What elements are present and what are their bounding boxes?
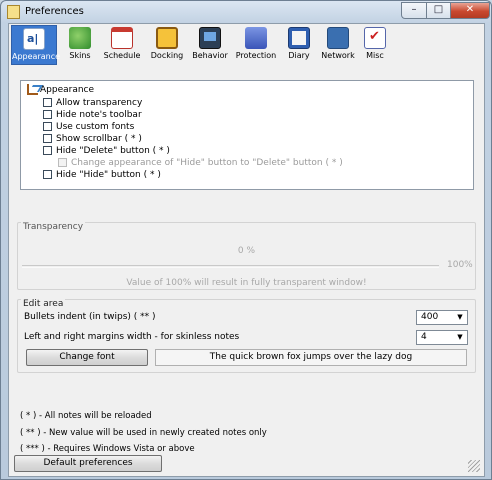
dropdown-arrow-icon: ▼ (457, 313, 463, 321)
edit-area-caption: Edit area (21, 299, 66, 309)
close-button[interactable]: ✕ (450, 2, 490, 19)
tab-label: Network (321, 51, 355, 60)
transparency-slider[interactable] (22, 265, 439, 268)
tab-network[interactable]: Network (318, 25, 358, 65)
tab-protection[interactable]: Protection (233, 25, 279, 65)
tab-label: Docking (150, 51, 184, 60)
behavior-icon (199, 27, 221, 49)
skins-icon (69, 27, 91, 49)
change-font-button[interactable]: Change font (26, 349, 148, 366)
option-label: Allow transparency (56, 98, 143, 108)
preferences-window: Preferences – □ ✕ Appearance Skins Sched… (0, 0, 492, 480)
schedule-icon (111, 27, 133, 49)
option-label: Show scrollbar ( * ) (56, 134, 142, 144)
tab-appearance[interactable]: Appearance (11, 25, 61, 65)
font-preview: The quick brown fox jumps over the lazy … (155, 349, 467, 366)
default-preferences-button[interactable]: Default preferences (14, 455, 162, 472)
tab-label: Appearance (12, 52, 61, 61)
misc-icon (364, 27, 386, 49)
checkbox[interactable] (43, 170, 52, 179)
notes-app-icon (7, 5, 20, 19)
tab-label: Diary (288, 51, 310, 60)
resize-grip-icon[interactable] (468, 460, 480, 472)
checkbox[interactable] (43, 146, 52, 155)
window-title: Preferences (25, 6, 84, 17)
tab-skins[interactable]: Skins (62, 25, 98, 65)
network-icon (327, 27, 349, 49)
title-bar: Preferences – □ ✕ (1, 1, 491, 23)
dropdown-arrow-icon: ▼ (457, 333, 463, 341)
legend-three-stars: ( *** ) - Requires Windows Vista or abov… (20, 444, 195, 454)
tab-diary[interactable]: Diary (282, 25, 316, 65)
margins-width-select[interactable]: 4 ▼ (416, 330, 468, 345)
transparency-group: Transparency 0 % 100% Value of 100% will… (17, 222, 476, 290)
transparency-note: Value of 100% will result in fully trans… (126, 278, 367, 288)
legend-two-stars: ( ** ) - New value will be used in newly… (20, 428, 267, 438)
tab-misc[interactable]: Misc (361, 25, 389, 65)
docking-icon (156, 27, 178, 49)
tab-label: Behavior (192, 51, 228, 60)
appearance-icon (23, 28, 45, 50)
tab-schedule[interactable]: Schedule (101, 25, 143, 65)
checkbox[interactable] (43, 110, 52, 119)
checkbox[interactable] (43, 98, 52, 107)
bullets-indent-label: Bullets indent (in twips) ( ** ) (24, 312, 156, 322)
tab-label: Skins (69, 51, 91, 60)
maximize-button[interactable]: □ (426, 2, 451, 19)
protection-icon (245, 27, 267, 49)
legend-one-star: ( * ) - All notes will be reloaded (20, 411, 152, 421)
transparency-caption: Transparency (21, 222, 86, 232)
transparency-max-label: 100% (447, 260, 473, 270)
diary-icon (288, 27, 310, 49)
option-label: Use custom fonts (56, 122, 135, 132)
transparency-value: 0 % (237, 246, 256, 256)
select-value: 400 (421, 312, 439, 322)
tab-docking[interactable]: Docking (147, 25, 187, 65)
tab-behavior[interactable]: Behavior (189, 25, 231, 65)
bullets-indent-select[interactable]: 400 ▼ (416, 310, 468, 325)
tab-label: Protection (235, 51, 277, 60)
appearance-options-tree[interactable]: Appearance Allow transparency Hide note'… (20, 80, 474, 190)
option-label: Hide "Hide" button ( * ) (56, 170, 161, 180)
category-toolbar: Appearance Skins Schedule Docking Behavi… (9, 24, 484, 66)
select-value: 4 (421, 332, 427, 342)
option-label: Hide note's toolbar (56, 110, 142, 120)
checkbox[interactable] (43, 122, 52, 131)
checkbox (58, 158, 67, 167)
option-label: Hide "Delete" button ( * ) (56, 146, 170, 156)
margins-width-label: Left and right margins width - for skinl… (24, 332, 240, 342)
appearance-page: Appearance Allow transparency Hide note'… (9, 66, 484, 476)
tab-label: Misc (366, 51, 384, 60)
appearance-node-icon (27, 84, 38, 95)
minimize-button[interactable]: – (401, 2, 427, 19)
option-label: Change appearance of "Hide" button to "D… (71, 158, 343, 168)
dialog-client-area: Appearance Skins Schedule Docking Behavi… (8, 23, 485, 477)
checkbox[interactable] (43, 134, 52, 143)
tab-label: Schedule (103, 51, 141, 60)
tree-root-label: Appearance (40, 85, 95, 95)
edit-area-group: Edit area Bullets indent (in twips) ( **… (17, 299, 476, 373)
